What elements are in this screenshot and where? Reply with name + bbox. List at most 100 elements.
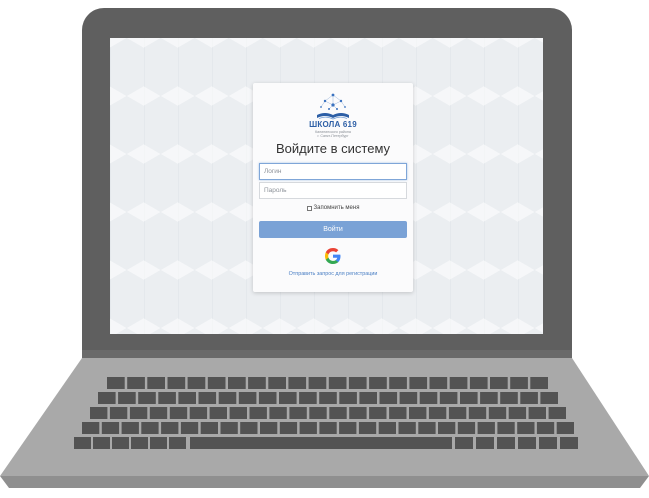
keyboard-key (258, 392, 277, 404)
keyboard-key (268, 377, 286, 389)
keyboard-key (329, 407, 347, 419)
keyboard-key (328, 377, 347, 389)
keyboard-key (438, 422, 456, 434)
keyboard-key (409, 407, 427, 419)
login-card: ШКОЛА 619 Калининского района г. Санкт-П… (253, 83, 413, 292)
keyboard-key (490, 377, 508, 389)
keyboard-key (497, 437, 515, 449)
keyboard-key (500, 392, 518, 404)
keyboard-key (540, 392, 558, 404)
keyboard-key (189, 407, 208, 419)
keyboard-key (429, 377, 448, 389)
keyboard-key (149, 407, 168, 419)
login-input[interactable] (264, 164, 406, 179)
keyboard-key (127, 377, 145, 389)
keyboard-key (109, 407, 128, 419)
keyboard-key (138, 392, 156, 404)
remember-checkbox[interactable] (306, 205, 312, 211)
keyboard-key (488, 407, 507, 419)
remember-me[interactable]: Запомнить меня (253, 205, 413, 211)
keyboard-key (539, 437, 557, 449)
keyboard-key (129, 407, 148, 419)
keyboard-key (510, 377, 528, 389)
keyboard-key (418, 422, 436, 434)
keyboard-key (348, 377, 367, 389)
keyboard-key (560, 437, 578, 449)
keyboard-key (209, 407, 227, 419)
keyboard-key (369, 377, 387, 389)
keyboard-key (207, 377, 226, 389)
keyboard-key (279, 422, 298, 434)
keyboard-key (389, 377, 407, 389)
keyboard-key (409, 377, 428, 389)
keyboard-key (520, 392, 538, 404)
keyboard-key (112, 437, 129, 449)
keyboard-key (238, 392, 257, 404)
keyboard-key (556, 422, 574, 434)
keyboard-key (260, 422, 278, 434)
keyboard-key (101, 422, 120, 434)
keyboard-key (518, 437, 536, 449)
keyboard-key (349, 407, 367, 419)
keyboard-key (455, 437, 473, 449)
keyboard-key (439, 392, 458, 404)
keyboard-key (74, 437, 91, 449)
keyboard-key (319, 422, 337, 434)
keyboard-key (180, 422, 199, 434)
keyboard-key (530, 377, 548, 389)
keyboard-key (517, 422, 535, 434)
keyboard-key (229, 407, 247, 419)
keyboard-key (121, 422, 139, 434)
password-input[interactable] (264, 183, 406, 198)
keyboard-key (220, 422, 238, 434)
keyboard-key (107, 377, 125, 389)
keyboard-key (476, 437, 494, 449)
keyboard-key (339, 392, 357, 404)
login-title: Войдите в систему (275, 141, 391, 156)
keyboard-key (497, 422, 515, 434)
login-field[interactable] (259, 163, 407, 180)
keyboard-key (508, 407, 527, 419)
keyboard-key (480, 392, 498, 404)
keyboard-key (378, 422, 396, 434)
keyboard-key (249, 407, 267, 419)
laptop-hinge (82, 350, 572, 358)
school-name: ШКОЛА 619 (309, 120, 357, 129)
keyboard-key (240, 422, 258, 434)
keyboard-key (248, 377, 266, 389)
keyboard-key (169, 437, 186, 449)
keyboard-key (93, 437, 110, 449)
keyboard-key (469, 377, 488, 389)
keyboard-key (228, 377, 246, 389)
school-subtitle: Калининского района г. Санкт-Петербург (253, 130, 413, 139)
keyboard-key (419, 392, 438, 404)
keyboard-key (98, 392, 116, 404)
keyboard-key (82, 422, 100, 434)
keyboard-key (131, 437, 148, 449)
keyboard-key (158, 392, 176, 404)
school-subtitle-line2: г. Санкт-Петербург (317, 134, 349, 139)
keyboard-key (269, 407, 287, 419)
keyboard-key (358, 422, 377, 434)
login-button[interactable]: Войти (259, 221, 407, 238)
keyboard-key (279, 392, 297, 404)
keyboard-key (468, 407, 487, 419)
keyboard-key (428, 407, 447, 419)
keyboard-key (536, 422, 555, 434)
password-field[interactable] (259, 182, 407, 199)
keyboard-key (141, 422, 159, 434)
keyboard-key (299, 392, 317, 404)
keyboard-key (150, 437, 167, 449)
laptop-illustration: ШКОЛА 619 Калининского района г. Санкт-П… (0, 0, 649, 498)
keyboard-key (178, 392, 196, 404)
keyboard-key (147, 377, 165, 389)
keyboard-key (161, 422, 179, 434)
keyboard-key (398, 422, 416, 434)
keyboard-key (457, 422, 476, 434)
register-link[interactable]: Отправить запрос для регистрации (253, 271, 413, 277)
keyboard-key (309, 407, 327, 419)
keyboard-key (288, 377, 307, 389)
keyboard-key (359, 392, 377, 404)
google-login-icon[interactable] (324, 247, 342, 265)
keyboard-key (399, 392, 418, 404)
